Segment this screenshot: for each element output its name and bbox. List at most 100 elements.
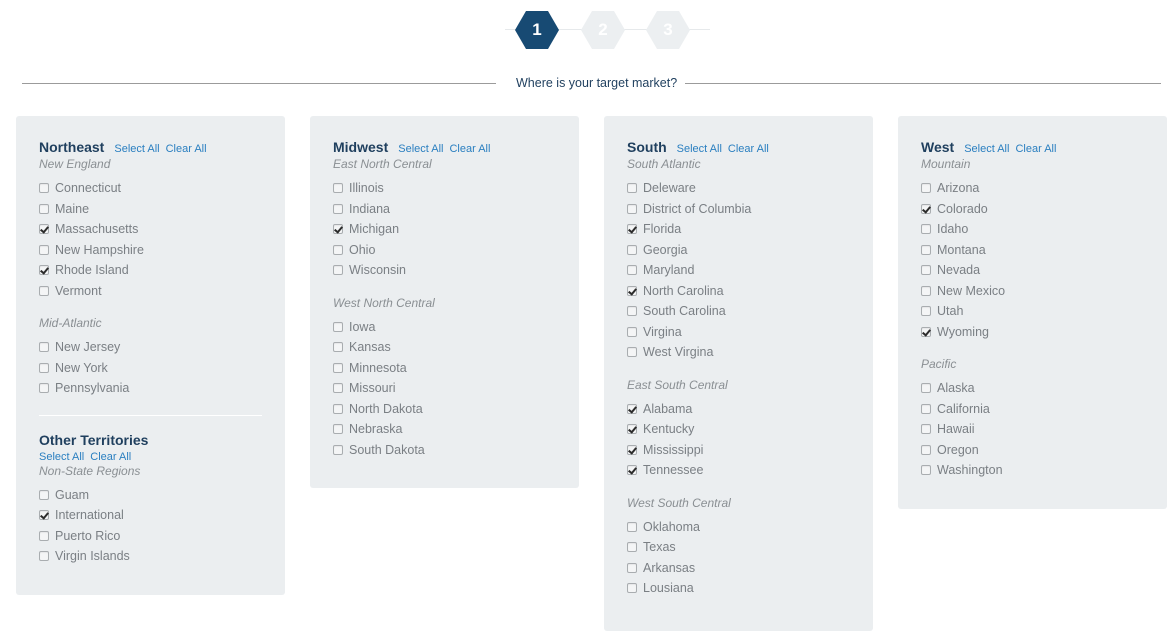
state-option-new-hampshire[interactable]: New Hampshire: [39, 240, 262, 261]
select-all-link[interactable]: Select All: [677, 143, 722, 155]
clear-all-link[interactable]: Clear All: [728, 143, 769, 155]
checkbox[interactable]: [627, 203, 637, 214]
state-option-wyoming[interactable]: Wyoming: [921, 322, 1144, 343]
state-option-massachusetts[interactable]: Massachusetts: [39, 219, 262, 240]
clear-all-link[interactable]: Clear All: [1015, 143, 1056, 155]
checkbox[interactable]: [627, 444, 637, 455]
clear-all-link[interactable]: Clear All: [90, 451, 131, 463]
checkbox[interactable]: [333, 403, 343, 414]
state-option-missouri[interactable]: Missouri: [333, 378, 556, 399]
state-option-international[interactable]: International: [39, 505, 262, 526]
state-option-nevada[interactable]: Nevada: [921, 260, 1144, 281]
state-option-maryland[interactable]: Maryland: [627, 260, 850, 281]
checkbox[interactable]: [39, 285, 49, 296]
state-option-iowa[interactable]: Iowa: [333, 317, 556, 338]
state-option-mississippi[interactable]: Mississippi: [627, 440, 850, 461]
checkbox[interactable]: [921, 424, 931, 435]
checkbox[interactable]: [627, 326, 637, 337]
state-option-oklahoma[interactable]: Oklahoma: [627, 517, 850, 538]
state-option-oregon[interactable]: Oregon: [921, 440, 1144, 461]
checkbox[interactable]: [627, 424, 637, 435]
state-option-alaska[interactable]: Alaska: [921, 378, 1144, 399]
state-option-alabama[interactable]: Alabama: [627, 399, 850, 420]
checkbox[interactable]: [921, 285, 931, 296]
state-option-illinois[interactable]: Illinois: [333, 178, 556, 199]
checkbox[interactable]: [627, 183, 637, 194]
state-option-ohio[interactable]: Ohio: [333, 240, 556, 261]
checkbox[interactable]: [39, 183, 49, 194]
state-option-florida[interactable]: Florida: [627, 219, 850, 240]
state-option-maine[interactable]: Maine: [39, 199, 262, 220]
clear-all-link[interactable]: Clear All: [449, 143, 490, 155]
state-option-lousiana[interactable]: Lousiana: [627, 578, 850, 599]
checkbox[interactable]: [627, 465, 637, 476]
checkbox[interactable]: [333, 265, 343, 276]
state-option-north-carolina[interactable]: North Carolina: [627, 281, 850, 302]
state-option-virgina[interactable]: Virgina: [627, 322, 850, 343]
state-option-minnesota[interactable]: Minnesota: [333, 358, 556, 379]
state-option-georgia[interactable]: Georgia: [627, 240, 850, 261]
state-option-utah[interactable]: Utah: [921, 301, 1144, 322]
checkbox[interactable]: [627, 521, 637, 532]
checkbox[interactable]: [921, 444, 931, 455]
state-option-nebraska[interactable]: Nebraska: [333, 419, 556, 440]
state-option-idaho[interactable]: Idaho: [921, 219, 1144, 240]
state-option-tennessee[interactable]: Tennessee: [627, 460, 850, 481]
checkbox[interactable]: [333, 383, 343, 394]
checkbox[interactable]: [627, 403, 637, 414]
checkbox[interactable]: [333, 362, 343, 373]
checkbox[interactable]: [39, 203, 49, 214]
state-option-puerto-rico[interactable]: Puerto Rico: [39, 526, 262, 547]
state-option-pennsylvania[interactable]: Pennsylvania: [39, 378, 262, 399]
state-option-new-jersey[interactable]: New Jersey: [39, 337, 262, 358]
checkbox[interactable]: [39, 244, 49, 255]
checkbox[interactable]: [921, 244, 931, 255]
checkbox[interactable]: [39, 551, 49, 562]
checkbox[interactable]: [627, 542, 637, 553]
select-all-link[interactable]: Select All: [964, 143, 1009, 155]
checkbox[interactable]: [39, 383, 49, 394]
checkbox[interactable]: [921, 403, 931, 414]
state-option-deleware[interactable]: Deleware: [627, 178, 850, 199]
checkbox[interactable]: [627, 562, 637, 573]
state-option-district-of-columbia[interactable]: District of Columbia: [627, 199, 850, 220]
state-option-south-carolina[interactable]: South Carolina: [627, 301, 850, 322]
state-option-virgin-islands[interactable]: Virgin Islands: [39, 546, 262, 567]
state-option-south-dakota[interactable]: South Dakota: [333, 440, 556, 461]
checkbox[interactable]: [921, 224, 931, 235]
select-all-link[interactable]: Select All: [398, 143, 443, 155]
checkbox[interactable]: [921, 183, 931, 194]
state-option-kentucky[interactable]: Kentucky: [627, 419, 850, 440]
checkbox[interactable]: [921, 383, 931, 394]
state-option-colorado[interactable]: Colorado: [921, 199, 1144, 220]
state-option-kansas[interactable]: Kansas: [333, 337, 556, 358]
checkbox[interactable]: [39, 530, 49, 541]
checkbox[interactable]: [333, 203, 343, 214]
checkbox[interactable]: [627, 306, 637, 317]
checkbox[interactable]: [39, 224, 49, 235]
state-option-connecticut[interactable]: Connecticut: [39, 178, 262, 199]
state-option-hawaii[interactable]: Hawaii: [921, 419, 1144, 440]
state-option-wisconsin[interactable]: Wisconsin: [333, 260, 556, 281]
checkbox[interactable]: [333, 183, 343, 194]
select-all-link[interactable]: Select All: [39, 451, 84, 463]
checkbox[interactable]: [39, 489, 49, 500]
state-option-rhode-island[interactable]: Rhode Island: [39, 260, 262, 281]
select-all-link[interactable]: Select All: [114, 143, 159, 155]
checkbox[interactable]: [333, 424, 343, 435]
checkbox[interactable]: [627, 583, 637, 594]
clear-all-link[interactable]: Clear All: [166, 143, 207, 155]
checkbox[interactable]: [921, 306, 931, 317]
step-2[interactable]: 2: [581, 11, 625, 49]
state-option-california[interactable]: California: [921, 399, 1144, 420]
state-option-new-york[interactable]: New York: [39, 358, 262, 379]
state-option-guam[interactable]: Guam: [39, 485, 262, 506]
state-option-new-mexico[interactable]: New Mexico: [921, 281, 1144, 302]
checkbox[interactable]: [627, 285, 637, 296]
checkbox[interactable]: [921, 465, 931, 476]
state-option-michigan[interactable]: Michigan: [333, 219, 556, 240]
state-option-west-virgina[interactable]: West Virgina: [627, 342, 850, 363]
step-1[interactable]: 1: [515, 11, 559, 49]
state-option-texas[interactable]: Texas: [627, 537, 850, 558]
state-option-vermont[interactable]: Vermont: [39, 281, 262, 302]
